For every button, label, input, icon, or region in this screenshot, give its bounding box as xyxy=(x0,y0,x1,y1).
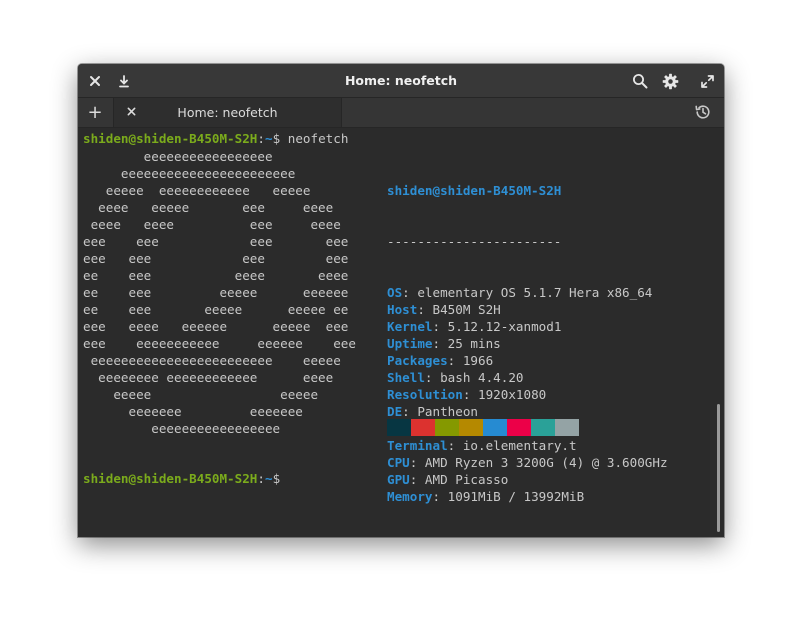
info-value: io.elementary.t xyxy=(462,438,577,453)
info-key-separator: : xyxy=(432,489,448,504)
info-value: bash 4.4.20 xyxy=(440,370,524,385)
info-value: 25 mins xyxy=(447,336,501,351)
info-line: Terminal: io.elementary.t xyxy=(387,437,668,454)
info-line: CPU: AMD Ryzen 3 3200G (4) @ 3.600GHz xyxy=(387,454,668,471)
info-line: GPU: AMD Picasso xyxy=(387,471,668,488)
info-value: 5.12.12-xanmod1 xyxy=(447,319,562,334)
tab-home-neofetch[interactable]: Home: neofetch xyxy=(113,98,342,127)
terminal-view[interactable]: shiden@shiden-B450M-S2H:~$ neofetch eeee… xyxy=(78,128,724,537)
color-swatch xyxy=(483,419,507,436)
color-swatch xyxy=(411,419,435,436)
info-key: Terminal xyxy=(387,438,448,453)
info-key-separator: : xyxy=(447,438,463,453)
info-key-separator: : xyxy=(409,472,425,487)
info-key: CPU xyxy=(387,455,410,470)
search-icon[interactable] xyxy=(630,71,650,91)
info-value: 1920x1080 xyxy=(478,387,547,402)
info-value: Pantheon xyxy=(417,404,479,419)
terminal-window: Home: neofetch + Home: neofetch shiden@s… xyxy=(78,64,724,537)
info-key-separator: : xyxy=(402,285,418,300)
color-swatch xyxy=(387,419,411,436)
info-lines: OS: elementary OS 5.1.7 Hera x86_64 Host:… xyxy=(387,284,668,505)
prompt-separator: : xyxy=(257,471,265,486)
prompt-symbol: $ xyxy=(272,131,288,146)
color-swatch xyxy=(435,419,459,436)
history-button[interactable] xyxy=(694,103,714,123)
info-key: Packages xyxy=(387,353,448,368)
info-key-separator: : xyxy=(447,353,463,368)
info-key-separator: : xyxy=(424,370,441,385)
prompt-symbol: $ xyxy=(272,471,288,486)
gear-icon[interactable] xyxy=(660,71,680,91)
info-title: shiden@shiden-B450M-S2H xyxy=(387,183,562,198)
info-key: Kernel xyxy=(387,319,433,334)
info-key: OS xyxy=(387,285,403,300)
info-key: Uptime xyxy=(387,336,433,351)
history-icon xyxy=(695,105,710,119)
command-text: neofetch xyxy=(287,131,349,146)
info-line: Resolution: 1920x1080 xyxy=(387,386,668,403)
info-line: Shell: bash 4.4.20 xyxy=(387,369,668,386)
prompt-path: ~ xyxy=(264,131,273,146)
info-key: Memory xyxy=(387,489,433,504)
info-key-separator: : xyxy=(462,387,478,402)
plus-icon: + xyxy=(87,102,103,123)
info-separator: ----------------------- xyxy=(387,234,562,249)
info-line: Kernel: 5.12.12-xanmod1 xyxy=(387,318,668,335)
info-value: 1966 xyxy=(462,353,494,368)
scrollbar[interactable] xyxy=(717,404,720,532)
prompt-user: shiden@shiden-B450M-S2H xyxy=(83,471,258,486)
info-key-separator: : xyxy=(432,336,448,351)
prompt-separator: : xyxy=(257,131,265,146)
info-key: Resolution xyxy=(387,387,463,402)
system-info: shiden@shiden-B450M-S2H ----------------… xyxy=(387,148,668,537)
info-line: Packages: 1966 xyxy=(387,352,668,369)
info-key: DE xyxy=(387,404,403,419)
info-line: Uptime: 25 mins xyxy=(387,335,668,352)
info-value: AMD Picasso xyxy=(424,472,509,487)
tab-bar: + Home: neofetch xyxy=(78,98,724,128)
ascii-logo: eeeeeeeeeeeeeeeee eeeeeeeeeeeeeeeeeeeeee… xyxy=(83,149,356,436)
new-tab-button[interactable]: + xyxy=(84,102,106,124)
color-swatch xyxy=(507,419,531,436)
info-value: AMD Ryzen 3 3200G (4) @ 3.600GHz xyxy=(424,455,668,470)
prompt-user: shiden@shiden-B450M-S2H xyxy=(83,131,258,146)
info-key: GPU xyxy=(387,472,410,487)
color-swatch xyxy=(555,419,579,436)
info-value: B450M S2H xyxy=(432,302,501,317)
title-bar: Home: neofetch xyxy=(78,64,724,98)
window-title: Home: neofetch xyxy=(344,73,458,88)
maximize-icon[interactable] xyxy=(697,71,717,91)
command-line-current: shiden@shiden-B450M-S2H:~$ xyxy=(83,470,288,487)
info-key: Shell xyxy=(387,370,425,385)
info-line: Memory: 1091MiB / 13992MiB xyxy=(387,488,668,505)
color-swatch xyxy=(531,419,555,436)
tab-label: Home: neofetch xyxy=(177,105,278,120)
info-key-separator: : xyxy=(432,319,448,334)
color-palette xyxy=(387,419,579,436)
info-key-separator: : xyxy=(402,404,418,419)
info-value: 1091MiB / 13992MiB xyxy=(447,489,585,504)
info-line: OS: elementary OS 5.1.7 Hera x86_64 xyxy=(387,284,668,301)
info-line: Host: B450M S2H xyxy=(387,301,668,318)
info-key-separator: : xyxy=(417,302,433,317)
info-key: Host xyxy=(387,302,418,317)
info-value: elementary OS 5.1.7 Hera x86_64 xyxy=(417,285,653,300)
command-line: shiden@shiden-B450M-S2H:~$ neofetch xyxy=(83,130,348,147)
color-swatch xyxy=(459,419,483,436)
prompt-path: ~ xyxy=(264,471,273,486)
info-line: DE: Pantheon xyxy=(387,403,668,420)
info-key-separator: : xyxy=(409,455,425,470)
